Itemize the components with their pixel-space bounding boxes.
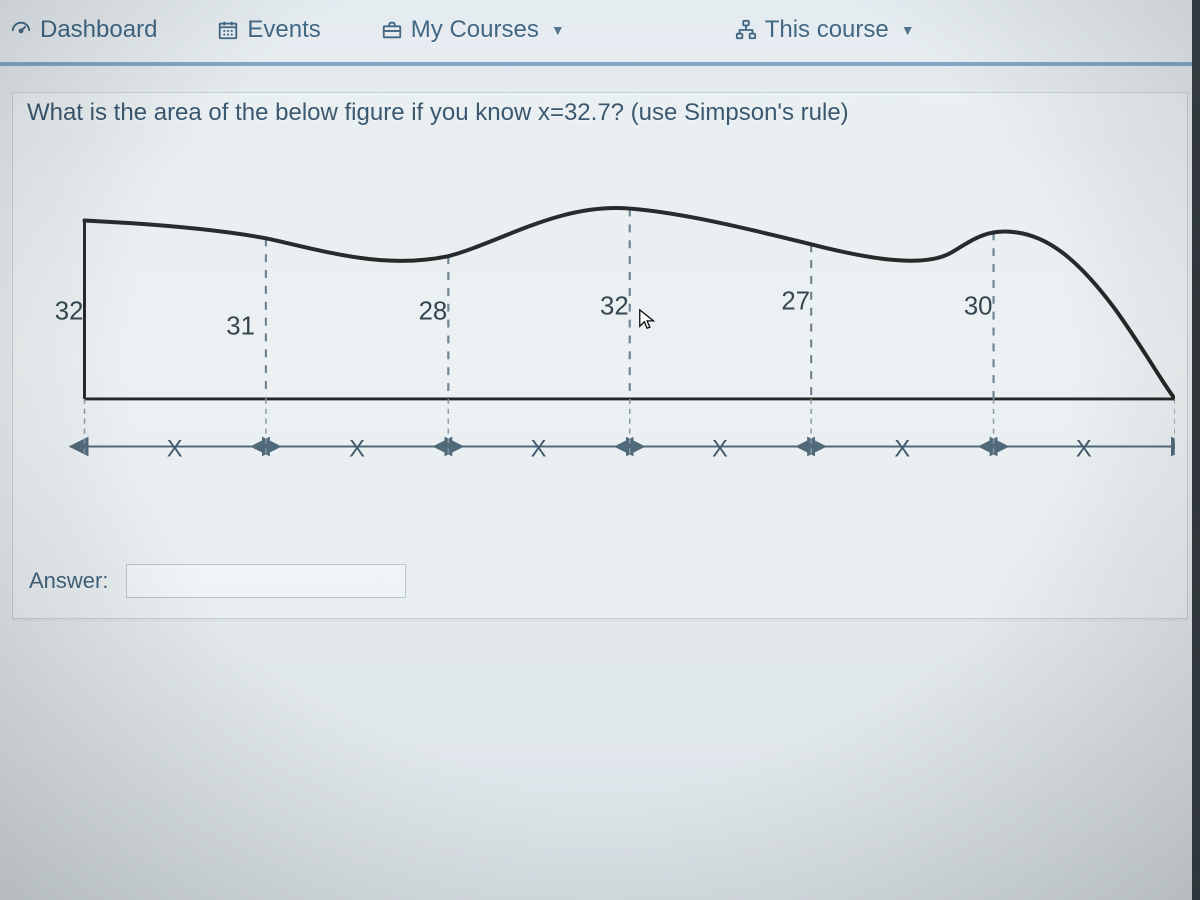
nav-my-courses[interactable]: My Courses ▼ — [381, 16, 565, 44]
nav-this-course-label: This course — [765, 16, 889, 44]
chevron-down-icon: ▼ — [551, 22, 565, 38]
question-text: What is the area of the below figure if … — [25, 93, 1175, 137]
ord-label-4: 27 — [781, 288, 810, 316]
x-label-0: X — [167, 435, 183, 462]
ord-label-0: 32 — [55, 298, 84, 326]
figure-ordinate-labels: 32 31 28 32 27 30 — [55, 288, 993, 341]
nav-events-label: Events — [247, 16, 320, 44]
x-label-3: X — [712, 435, 728, 462]
nav-dashboard[interactable]: Dashboard — [10, 16, 157, 44]
x-label-4: X — [894, 435, 910, 462]
ord-label-1: 31 — [226, 312, 255, 340]
question-card: What is the area of the below figure if … — [12, 92, 1188, 619]
calendar-icon — [217, 19, 239, 41]
nav-events[interactable]: Events — [217, 16, 320, 44]
x-label-1: X — [349, 435, 365, 462]
sitemap-icon — [735, 19, 757, 41]
nav-my-courses-label: My Courses — [411, 16, 539, 44]
navbar: Dashboard Events My Courses ▼ This co — [0, 0, 1200, 66]
answer-label: Answer: — [29, 568, 108, 594]
answer-input[interactable] — [126, 564, 406, 598]
x-label-2: X — [531, 435, 547, 462]
scrollbar-track[interactable] — [1192, 0, 1200, 900]
ord-label-5: 30 — [964, 293, 993, 321]
content-area: What is the area of the below figure if … — [0, 66, 1200, 631]
cursor-icon — [637, 305, 659, 333]
x-label-5: X — [1076, 435, 1092, 462]
ord-label-2: 28 — [419, 298, 448, 326]
answer-row: Answer: — [25, 552, 1175, 604]
gauge-icon — [10, 19, 32, 41]
ord-label-3: 32 — [600, 293, 629, 321]
simpson-figure-svg: 32 31 28 32 27 30 — [25, 161, 1175, 518]
nav-this-course[interactable]: This course ▼ — [735, 16, 915, 44]
figure: 32 31 28 32 27 30 — [25, 155, 1175, 528]
figure-ordinates-dashed — [266, 209, 994, 399]
nav-dashboard-label: Dashboard — [40, 16, 157, 44]
chevron-down-icon: ▼ — [901, 22, 915, 38]
briefcase-icon — [381, 19, 403, 41]
